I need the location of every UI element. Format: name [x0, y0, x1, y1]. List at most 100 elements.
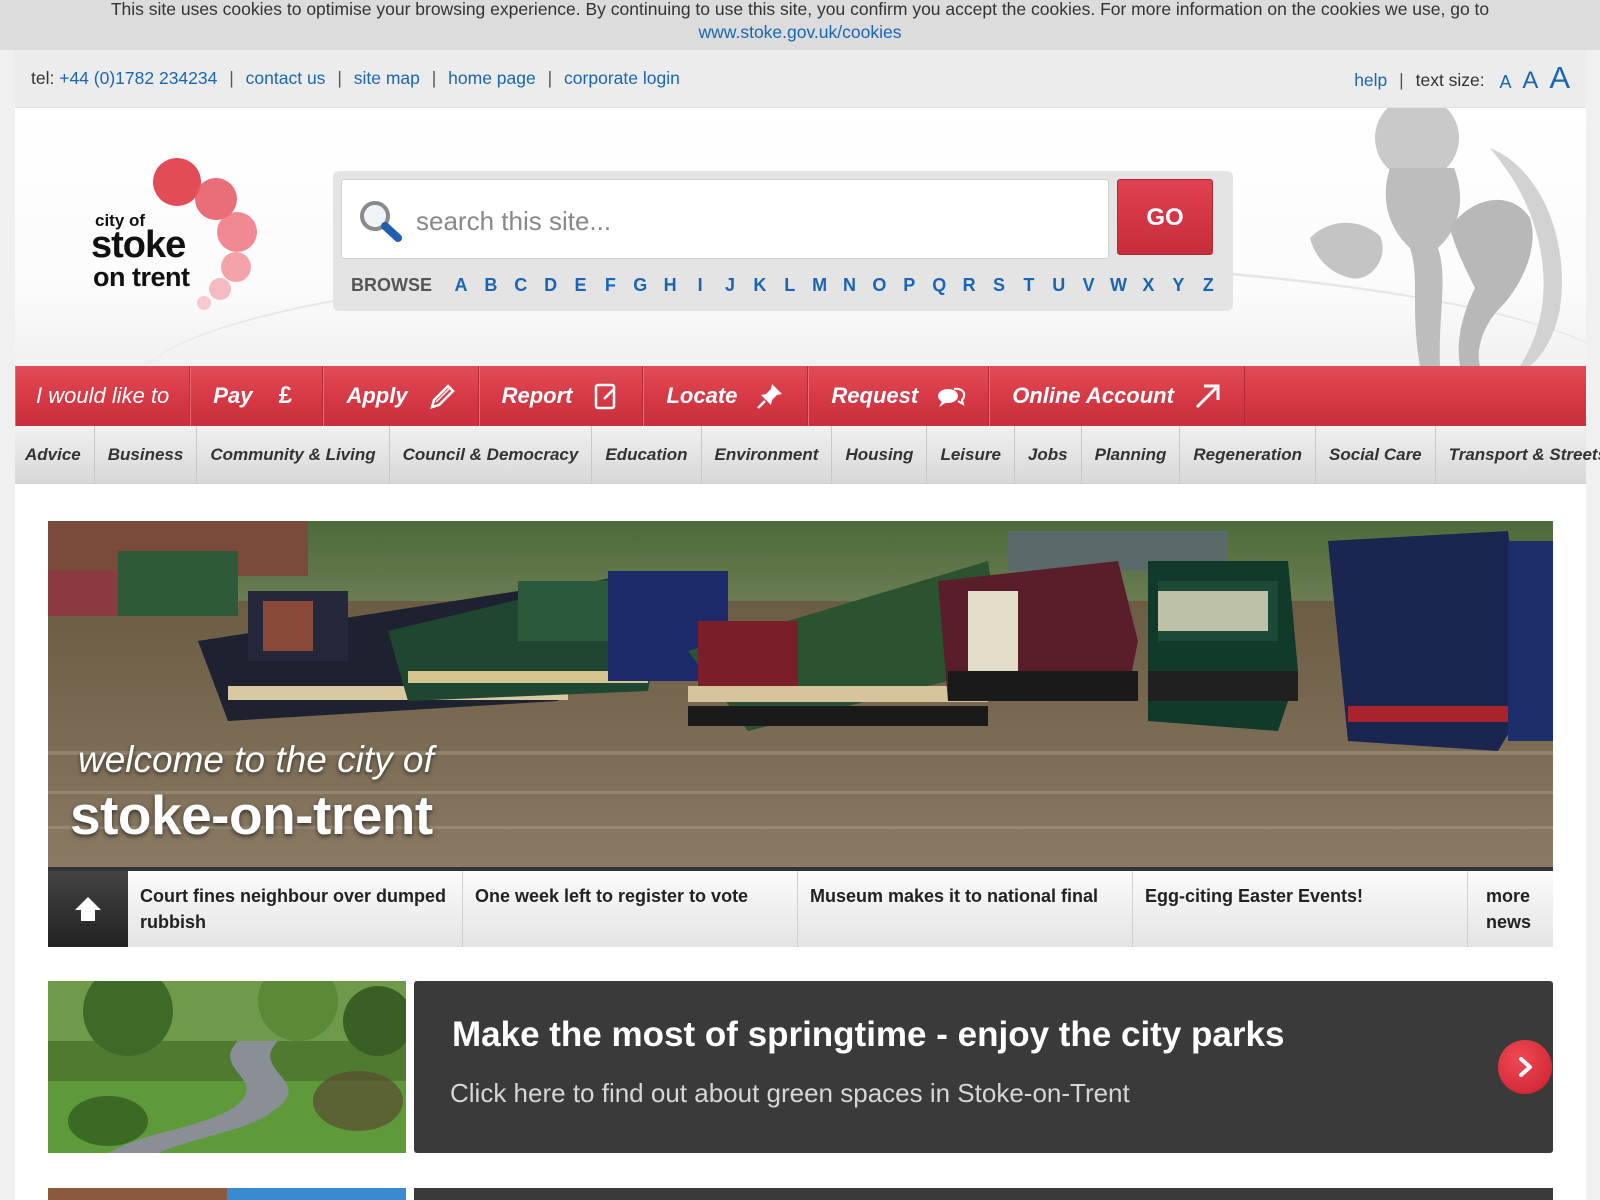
nav-leisure[interactable]: Leisure	[927, 426, 1015, 484]
text-size-large[interactable]: A	[1549, 60, 1570, 95]
action-apply-label: Apply	[346, 383, 408, 408]
nav-housing[interactable]: Housing	[832, 426, 928, 484]
browse-letter-p[interactable]: P	[894, 275, 924, 296]
text-size-small[interactable]: A	[1500, 72, 1512, 92]
nav-environment[interactable]: Environment	[702, 426, 833, 484]
action-online-account[interactable]: Online Account	[989, 366, 1245, 426]
utility-bar: tel: +44 (0)1782 234234 | contact us | s…	[15, 50, 1586, 108]
action-report-label: Report	[501, 383, 573, 408]
go-button[interactable]: GO	[1117, 179, 1213, 255]
browse-letter-k[interactable]: K	[745, 275, 775, 296]
pound-icon: £	[278, 382, 293, 409]
browse-letter-r[interactable]: R	[954, 275, 984, 296]
action-locate-label: Locate	[666, 383, 738, 408]
browse-letter-t[interactable]: T	[1014, 275, 1044, 296]
home-page-link[interactable]: home page	[448, 68, 536, 88]
browse-az: BROWSE A B C D E F G H I J K L M N O P Q R S T U V W X Y Z	[351, 275, 1223, 296]
browse-letter-g[interactable]: G	[625, 275, 655, 296]
browse-letter-w[interactable]: W	[1104, 275, 1134, 296]
search-icon	[360, 201, 402, 242]
action-nav-intro: I would like to	[15, 366, 191, 426]
statue-image	[1310, 108, 1562, 366]
news-bar: Court fines neighbour over dumped rubbis…	[48, 867, 1553, 947]
browse-letter-a[interactable]: A	[446, 275, 476, 296]
nav-council-democracy[interactable]: Council & Democracy	[390, 426, 593, 484]
hero-welcome: welcome to the city of	[78, 739, 434, 780]
promo-arrow-button[interactable]	[1498, 1040, 1552, 1094]
browse-letter-h[interactable]: H	[655, 275, 685, 296]
browse-letter-s[interactable]: S	[984, 275, 1014, 296]
promo-parks[interactable]: Make the most of springtime - enjoy the …	[48, 981, 1553, 1153]
corporate-login-link[interactable]: corporate login	[564, 68, 680, 88]
action-request-label: Request	[831, 383, 919, 408]
news-item[interactable]: Egg-citing Easter Events!	[1133, 871, 1468, 947]
contact-us-link[interactable]: contact us	[246, 68, 326, 88]
search-input[interactable]: search this site...	[341, 179, 1109, 259]
action-online-account-label: Online Account	[1012, 383, 1174, 408]
home-button[interactable]	[48, 871, 128, 947]
nav-business[interactable]: Business	[95, 426, 198, 484]
browse-letter-f[interactable]: F	[595, 275, 625, 296]
browse-label: BROWSE	[351, 275, 432, 295]
category-nav: Advice Business Community & Living Counc…	[15, 426, 1600, 484]
promo-text-panel: Make the most of springtime - enjoy the …	[414, 981, 1553, 1153]
nav-community-living[interactable]: Community & Living	[197, 426, 390, 484]
news-item[interactable]: Court fines neighbour over dumped rubbis…	[128, 871, 463, 947]
action-apply[interactable]: Apply	[323, 366, 479, 426]
logo-stoke: stoke	[91, 224, 186, 266]
search-panel: search this site... GO BROWSE A B C D E F G H I J K…	[333, 171, 1233, 311]
nav-advice[interactable]: Advice	[15, 426, 95, 484]
browse-letter-j[interactable]: J	[715, 275, 745, 296]
speech-bubbles-icon	[938, 387, 966, 407]
city-logo[interactable]: city of stoke on trent	[77, 156, 277, 316]
nav-education[interactable]: Education	[592, 426, 702, 484]
action-locate[interactable]: Locate	[643, 366, 809, 426]
next-promo-partial	[48, 1188, 1553, 1200]
nav-social-care[interactable]: Social Care	[1316, 426, 1436, 484]
action-nav: I would like to Pay £ Apply Report Locat…	[15, 366, 1586, 426]
action-pay-label: Pay	[213, 383, 253, 408]
browse-letter-u[interactable]: U	[1044, 275, 1074, 296]
logo-on-trent: on trent	[93, 262, 190, 292]
cookie-banner: This site uses cookies to optimise your …	[0, 0, 1600, 50]
nav-jobs[interactable]: Jobs	[1015, 426, 1082, 484]
nav-transport-streets[interactable]: Transport & Streets	[1436, 426, 1600, 484]
action-request[interactable]: Request	[808, 366, 990, 426]
action-pay[interactable]: Pay £	[190, 366, 324, 426]
browse-letter-c[interactable]: C	[506, 275, 536, 296]
cookie-link[interactable]: www.stoke.gov.uk/cookies	[0, 21, 1600, 44]
nav-regeneration[interactable]: Regeneration	[1180, 426, 1317, 484]
hero-banner[interactable]: welcome to the city of stoke-on-trent	[48, 521, 1553, 867]
browse-letter-y[interactable]: Y	[1163, 275, 1193, 296]
browse-letter-l[interactable]: L	[775, 275, 805, 296]
browse-letter-d[interactable]: D	[536, 275, 566, 296]
browse-letter-v[interactable]: V	[1074, 275, 1104, 296]
pin-icon	[757, 384, 783, 409]
browse-letter-z[interactable]: Z	[1193, 275, 1223, 296]
news-item[interactable]: One week left to register to vote	[463, 871, 798, 947]
promo-title: Make the most of springtime - enjoy the …	[452, 1015, 1285, 1054]
site-map-link[interactable]: site map	[354, 68, 420, 88]
more-news-link[interactable]: more news	[1468, 871, 1553, 947]
action-report[interactable]: Report	[478, 366, 644, 426]
search-placeholder: search this site...	[416, 206, 612, 236]
help-link[interactable]: help	[1354, 70, 1387, 90]
arrow-up-right-icon	[1195, 384, 1220, 409]
browse-letter-b[interactable]: B	[476, 275, 506, 296]
tel-link[interactable]: +44 (0)1782 234234	[59, 68, 217, 88]
document-edit-icon	[595, 383, 616, 410]
browse-letter-q[interactable]: Q	[924, 275, 954, 296]
browse-letter-e[interactable]: E	[566, 275, 596, 296]
text-size-medium[interactable]: A	[1522, 67, 1538, 94]
nav-planning[interactable]: Planning	[1082, 426, 1181, 484]
tel-label: tel:	[31, 68, 55, 88]
browse-letter-x[interactable]: X	[1133, 275, 1163, 296]
browse-letter-m[interactable]: M	[805, 275, 835, 296]
pencil-icon	[429, 384, 455, 409]
text-size-label: text size:	[1415, 70, 1485, 90]
browse-letter-o[interactable]: O	[864, 275, 894, 296]
browse-letter-n[interactable]: N	[835, 275, 865, 296]
news-item[interactable]: Museum makes it to national final	[798, 871, 1133, 947]
hero-city-name: stoke-on-trent	[70, 784, 433, 846]
browse-letter-i[interactable]: I	[685, 275, 715, 296]
